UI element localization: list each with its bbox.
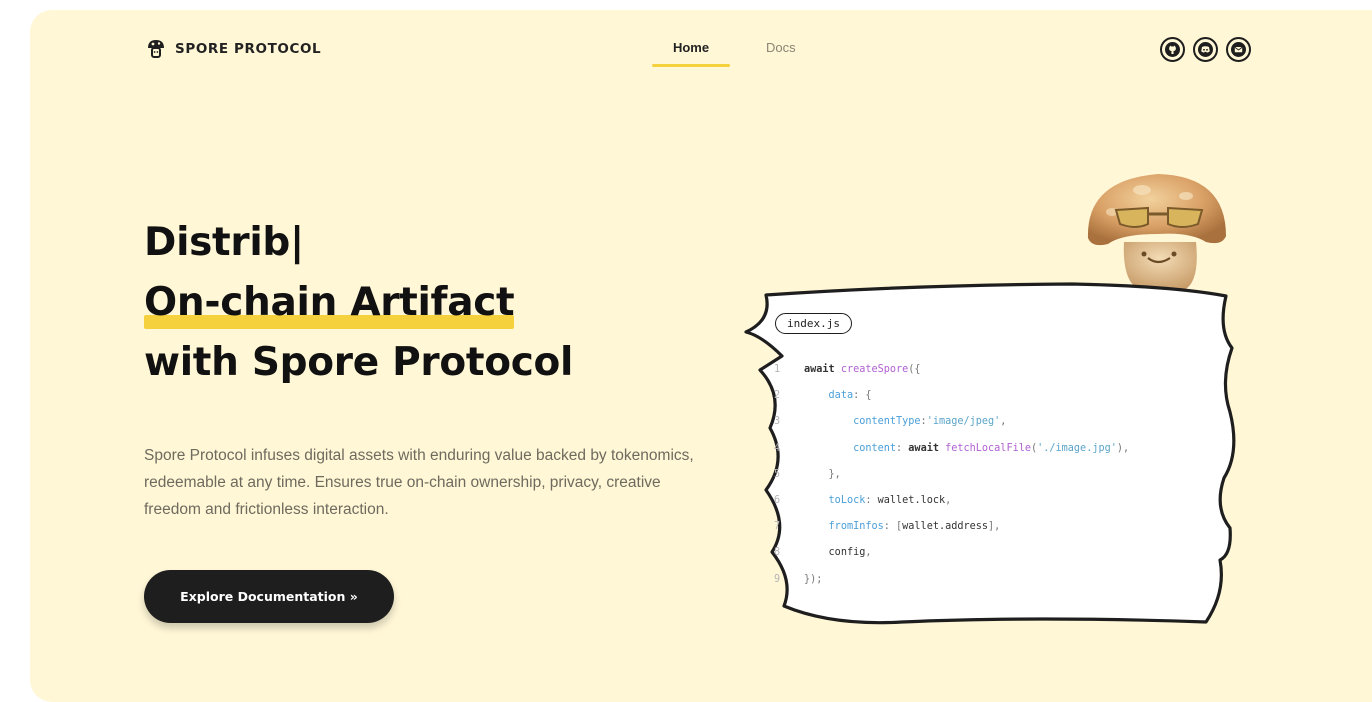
code-token: ({ [908, 364, 921, 375]
hero-title-line-3: with Spore Protocol [144, 340, 574, 385]
line-number: 1 [774, 364, 781, 375]
hero-title: Distrib| On-chain Artifact with Spore Pr… [144, 213, 573, 393]
line-number: 6 [774, 495, 781, 507]
code-line: 7 fromInfos: [wallet.address], [772, 514, 1129, 540]
code-line: 1 await createSpore({ [772, 357, 1129, 383]
mail-icon [1231, 42, 1246, 57]
brand-name: SPORE PROTOCOL [175, 41, 322, 57]
code-line: 5 }, [772, 462, 1129, 488]
code-token: , [1000, 416, 1007, 428]
code-token: createSpore [840, 364, 909, 375]
nav-docs[interactable]: Docs [766, 40, 796, 67]
code-block: 1 await createSpore({2 data: {3 contentTy… [772, 357, 1129, 593]
code-line: 3 contentType:'image/jpeg', [772, 409, 1129, 435]
hero-description: Spore Protocol infuses digital assets wi… [144, 447, 694, 518]
code-token: contentType [853, 416, 921, 428]
discord-icon [1198, 42, 1213, 57]
code-token: data [828, 390, 854, 402]
line-number: 5 [774, 468, 781, 480]
code-token: await [908, 442, 946, 454]
github-icon [1165, 42, 1180, 57]
code-token: ), [1116, 442, 1130, 454]
mushroom-logo-icon [148, 40, 164, 58]
code-token: , [945, 495, 952, 507]
code-token: , [865, 547, 872, 559]
main-nav: Home Docs [652, 40, 796, 67]
social-links [1160, 37, 1251, 62]
code-line: 9}); [772, 567, 1129, 593]
code-token: : [ [883, 521, 903, 533]
code-token: wallet.address [902, 521, 989, 533]
code-token: : { [853, 390, 872, 402]
code-line: 4 content: await fetchLocalFile('./image… [772, 436, 1129, 462]
line-number: 9 [774, 573, 781, 585]
code-token: toLock [828, 495, 866, 507]
hero-title-highlight: On-chain Artifact [144, 273, 515, 333]
line-number: 3 [774, 416, 781, 428]
code-token: './image.jpg' [1037, 442, 1117, 454]
line-number: 8 [774, 547, 781, 559]
brand[interactable]: SPORE PROTOCOL [146, 38, 321, 60]
code-token: fetchLocalFile [945, 442, 1031, 454]
code-token: wallet.lock [877, 495, 946, 507]
code-token: ], [988, 521, 1001, 533]
file-tab[interactable]: index.js [775, 313, 852, 334]
nav-home[interactable]: Home [652, 40, 730, 67]
github-button[interactable] [1160, 37, 1185, 62]
code-token: fromInfos [828, 521, 884, 533]
code-line: 2 data: { [772, 383, 1129, 409]
hero-title-line-1: Distrib| [144, 220, 304, 265]
code-token: 'image/jpeg' [926, 416, 1001, 428]
code-token: config [828, 547, 866, 559]
explore-documentation-button[interactable]: Explore Documentation » [144, 570, 394, 623]
code-token: }, [828, 468, 841, 480]
discord-button[interactable] [1193, 37, 1218, 62]
mail-button[interactable] [1226, 37, 1251, 62]
line-number: 7 [774, 521, 781, 533]
code-token: content [853, 442, 897, 454]
code-token: : [865, 495, 878, 507]
code-line: 6 toLock: wallet.lock, [772, 488, 1129, 514]
code-token: await [804, 364, 841, 375]
line-number: 2 [774, 390, 781, 402]
line-number: 4 [774, 442, 781, 454]
code-token: : [896, 442, 909, 454]
page-frame: SPORE PROTOCOL Home Docs Distrib| On-cha… [30, 10, 1372, 702]
code-line: 8 config, [772, 540, 1129, 566]
code-token: }); [804, 573, 823, 585]
